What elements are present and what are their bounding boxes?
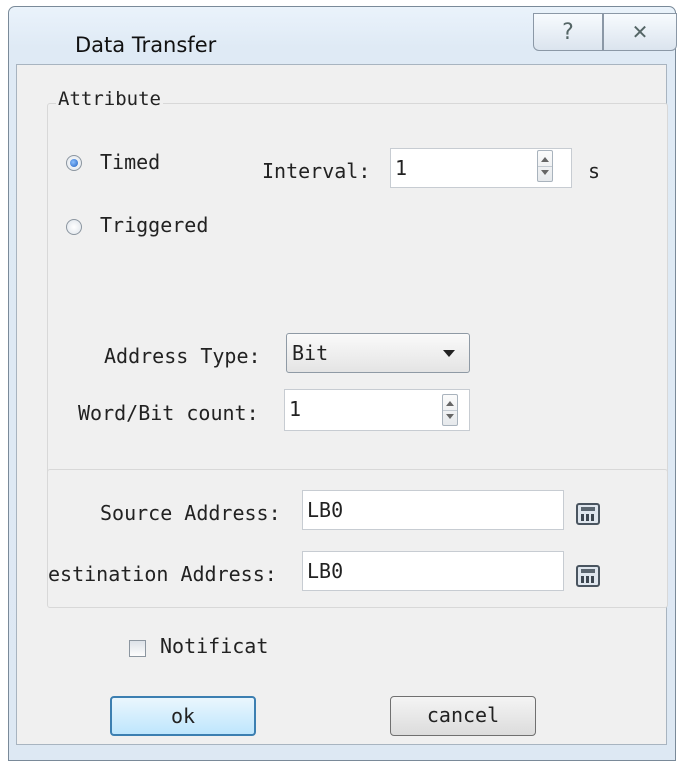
interval-spinner[interactable] [537, 150, 553, 182]
help-icon: ? [562, 19, 574, 45]
ok-button-label: ok [170, 704, 196, 728]
triggered-label[interactable]: Triggered [100, 213, 208, 237]
spin-down-icon[interactable] [446, 414, 454, 419]
spin-up-icon[interactable] [541, 157, 549, 162]
help-button[interactable]: ? [533, 13, 603, 51]
address-type-value: Bit [292, 341, 329, 365]
source-address-value: LB0 [307, 498, 344, 522]
spin-down-icon[interactable] [541, 170, 549, 175]
source-address-label: Source Address: [100, 501, 281, 525]
notification-label[interactable]: Notificat [160, 634, 268, 658]
interval-label: Interval: [262, 159, 371, 183]
calculator-icon[interactable] [576, 565, 600, 587]
destination-address-input[interactable]: LB0 [302, 551, 564, 591]
timed-label[interactable]: Timed [100, 150, 160, 174]
attribute-group-legend: Attribute [56, 88, 163, 110]
address-type-label: Address Type: [104, 344, 261, 368]
interval-unit: s [588, 159, 601, 183]
destination-address-label: estination Address: [48, 562, 277, 586]
address-type-select[interactable]: Bit [286, 333, 470, 373]
chevron-down-icon [443, 350, 455, 357]
cancel-button[interactable]: cancel [390, 696, 536, 736]
word-bit-count-label: Word/Bit count: [78, 401, 259, 425]
cancel-button-label: cancel [426, 703, 500, 727]
word-bit-count-spinner[interactable] [442, 394, 458, 426]
calculator-icon[interactable] [576, 503, 600, 525]
word-bit-count-value: 1 [289, 397, 302, 421]
close-icon: ✕ [631, 20, 649, 44]
destination-address-value: LB0 [307, 559, 344, 583]
triggered-radio[interactable] [66, 219, 82, 235]
interval-value: 1 [395, 156, 408, 180]
window-title: Data Transfer [75, 33, 217, 57]
notification-checkbox[interactable] [129, 640, 146, 657]
source-address-input[interactable]: LB0 [302, 490, 564, 530]
close-button[interactable]: ✕ [603, 13, 677, 51]
ok-button[interactable]: ok [110, 696, 256, 736]
spin-up-icon[interactable] [446, 401, 454, 406]
timed-radio[interactable] [66, 155, 82, 171]
